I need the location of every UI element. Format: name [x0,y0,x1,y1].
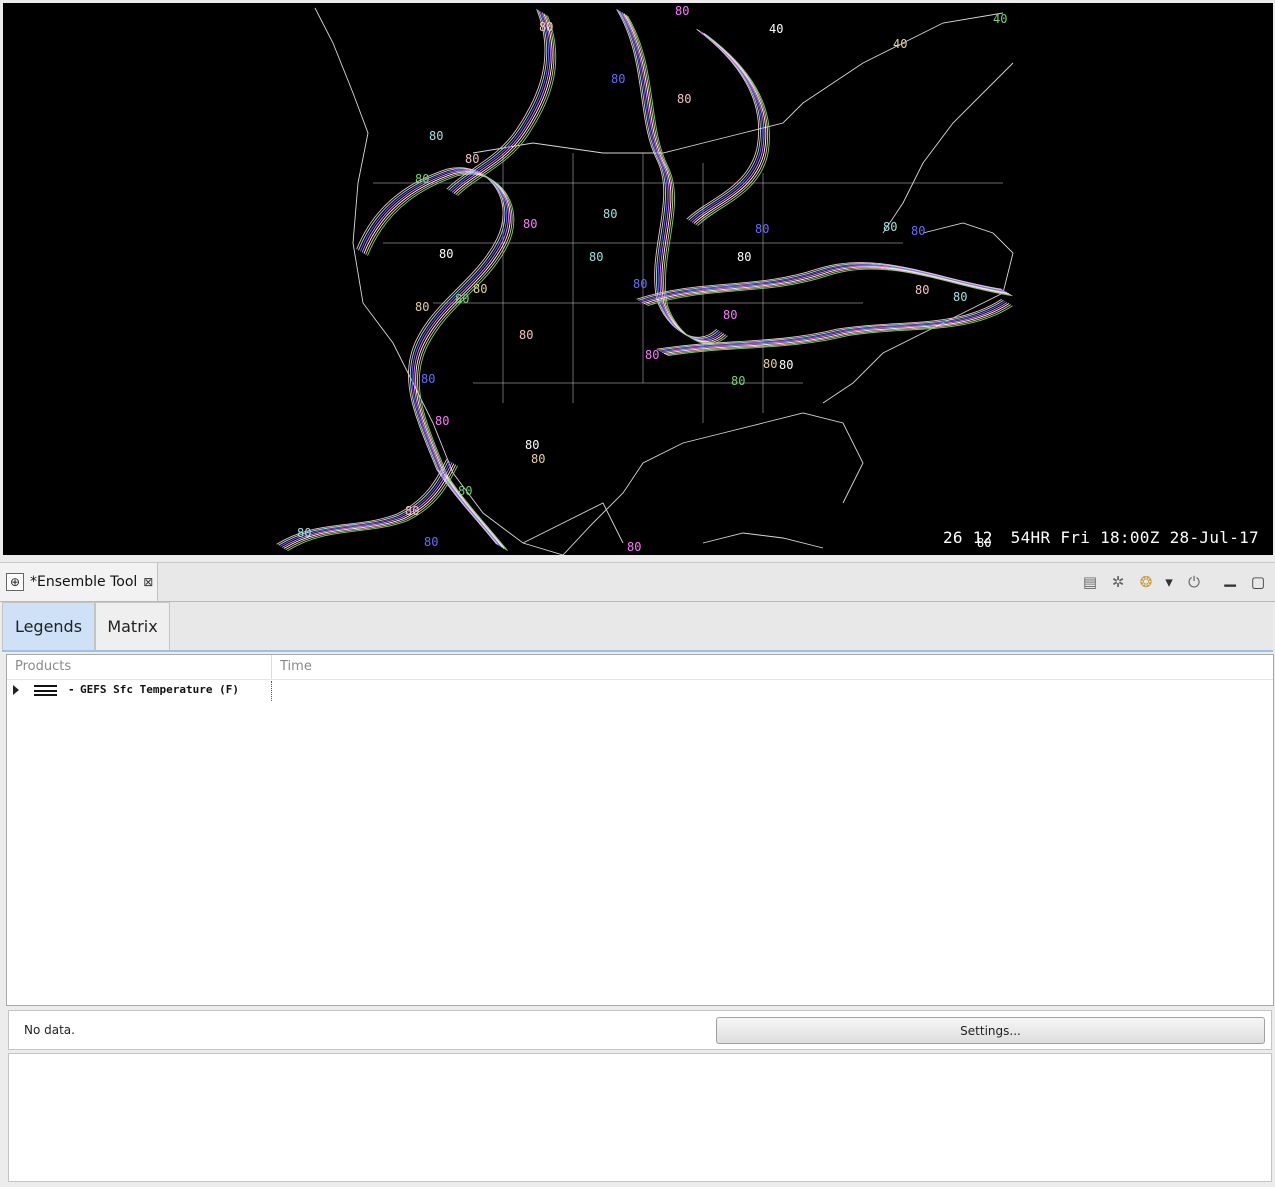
contour-group [455,14,555,195]
column-header-products[interactable]: Products [15,659,71,674]
contour-value-label: 80 [911,224,925,238]
notes-icon[interactable]: ▤ [1080,572,1100,592]
contour-value-label: 80 [755,222,769,236]
map-display-pane: 80 80 80 80 40 40 40 80 80 80 80 80 80 80 80 80 80 80 80 80… [0,0,1275,557]
contour-group [665,304,1011,356]
view-tab-bar: ⊕ *Ensemble Tool ⊠ ▤ ✲ ❂ ▾ ⏻ ▁ ▢ [0,562,1275,602]
contour-value-label: 40 [893,37,907,51]
contour-value-label: 80 [589,250,603,264]
coastline-3 [822,222,1014,404]
line-style-icon [34,685,57,696]
ensemble-contour-map: 8080808040404080808080808080808080808080… [276,4,1014,555]
contour-value-label: 80 [779,358,793,372]
contour-value-label: 80 [731,374,745,388]
contour-value-label: 80 [531,452,545,466]
ensemble-contour-line [665,304,1011,356]
tab-ensemble-tool[interactable]: ⊕ *Ensemble Tool ⊠ [0,563,158,601]
contour-value-label: 80 [435,414,449,428]
contour-value-label: 40 [993,12,1007,26]
move-view-icon: ⊕ [6,573,24,591]
ensemble-contour-line [455,14,555,195]
contour-value-label: 80 [405,504,419,518]
status-text: No data. [24,1023,75,1037]
ensemble-contour-line [667,305,1013,357]
contour-group [663,303,1010,354]
ensemble-contour-line [686,28,760,220]
coastline-4 [882,62,1014,234]
contour-value-label: 80 [415,300,429,314]
product-label: GEFS Sfc Temperature (F) [80,683,239,696]
contour-value-label: 80 [883,220,897,234]
tools-off-icon[interactable]: ✲ [1108,572,1128,592]
ensemble-contour-line [640,264,1006,302]
contour-group [640,264,1006,302]
ensemble-contour-line [663,303,1010,354]
contour-value-label: 80 [424,535,438,549]
tab-matrix[interactable]: Matrix [95,602,170,650]
expand-arrow-icon[interactable] [13,685,19,695]
contour-value-label: 80 [297,526,311,540]
power-icon[interactable]: ⏻ [1184,572,1204,592]
settings-button[interactable]: Settings... [716,1017,1265,1044]
contour-value-label: 80 [465,152,479,166]
contour-value-label: 80 [645,348,659,362]
contour-value-label: 80 [603,207,617,221]
contour-value-label: 80 [633,277,647,291]
contour-group [457,15,557,197]
row-column-separator [271,681,272,701]
contour-group [686,28,760,220]
details-pane [8,1053,1272,1182]
view-title: *Ensemble Tool [30,574,138,590]
contour-value-label: 80 [519,328,533,342]
row-dash: - [68,683,75,696]
dropdown-arrow-icon[interactable]: ▾ [1159,572,1179,592]
tree-row[interactable]: - GEFS Sfc Temperature (F) [7,681,1273,701]
frame-time-label: 26 12 54HR Fri 18:00Z 28-Jul-17 [943,528,1259,547]
contour-value-label: 80 [763,357,777,371]
contour-value-label: 80 [953,290,967,304]
ensemble-contour-line [662,302,1008,353]
close-icon[interactable]: ⊠ [143,575,153,589]
contour-value-label: 80 [525,438,539,452]
contour-value-label: 80 [677,92,691,106]
contour-value-label: 80 [539,20,553,34]
tab-legends[interactable]: Legends [2,602,95,650]
contour-value-label: 80 [455,292,469,306]
contour-value-label: 80 [611,72,625,86]
contour-value-label: 80 [915,283,929,297]
status-bar: No data. Settings... [8,1010,1272,1050]
contour-value-label: 80 [439,247,453,261]
contour-value-label: 80 [415,172,429,186]
forecast-time: 54HR Fri 18:00Z 28-Jul-17 [1010,528,1259,547]
contour-value-label: 80 [627,540,641,554]
contour-value-label: 40 [769,22,783,36]
inner-tab-bar: Legends Matrix [2,602,1273,652]
contour-value-label: 80 [523,217,537,231]
contour-value-label: 80 [675,4,689,18]
coastline-6 [702,532,824,549]
contour-value-label: 80 [737,250,751,264]
cookie-icon[interactable]: ❂ [1136,572,1156,592]
contour-group [662,302,1008,353]
minimize-icon[interactable]: ▁ [1220,568,1240,588]
ensemble-contour-line [457,15,557,197]
products-tree[interactable]: Products Time - GEFS Sfc Temperature (F) [6,654,1274,1006]
frame-counter: 26 12 [943,528,993,547]
coastline-2 [562,412,864,555]
tree-header: Products Time [7,655,1273,680]
maximize-icon[interactable]: ▢ [1248,572,1268,592]
column-divider[interactable] [271,655,272,679]
contour-value-label: 80 [429,129,443,143]
contour-group [667,305,1013,357]
contour-value-label: 80 [723,308,737,322]
contour-value-label: 80 [421,372,435,386]
map-canvas[interactable]: 80 80 80 80 40 40 40 80 80 80 80 80 80 80 80 80 80 80 80 80… [3,3,1273,555]
contour-value-label: 80 [473,282,487,296]
column-header-time[interactable]: Time [280,659,312,674]
contour-value-label: 80 [458,484,472,498]
coastline-5 [522,502,624,544]
